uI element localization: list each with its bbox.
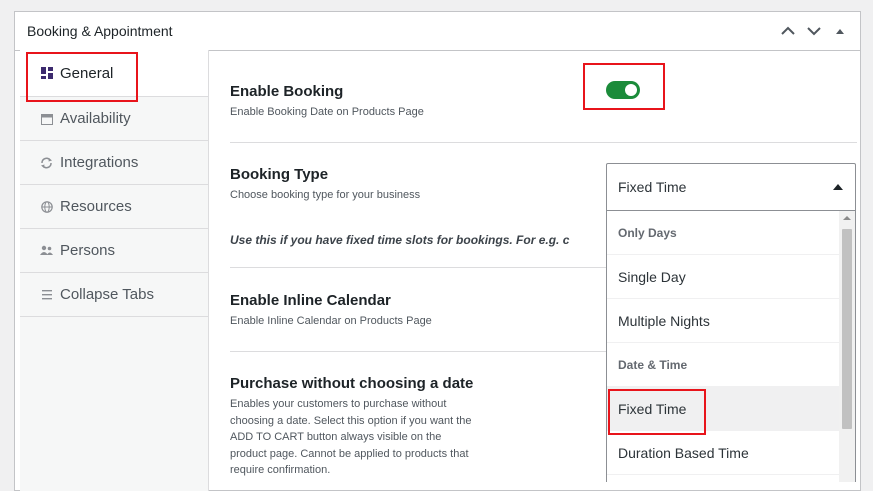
tab-label: Integrations (60, 154, 139, 171)
inline-calendar-desc: Enable Inline Calendar on Products Page (230, 315, 432, 327)
globe-icon (40, 200, 53, 213)
divider (230, 142, 857, 143)
calendar-icon (40, 112, 53, 125)
settings-sidebar: General Availability Integrations Resour… (20, 50, 209, 491)
option-fixed-time[interactable]: Fixed Time (607, 387, 855, 431)
enable-booking-desc: Enable Booking Date on Products Page (230, 106, 424, 118)
tab-label: Availability (60, 110, 131, 127)
move-down-button[interactable] (804, 21, 824, 41)
scroll-up-arrow-icon[interactable] (843, 216, 851, 220)
sync-icon (40, 156, 53, 169)
option-multiple-nights[interactable]: Multiple Nights (607, 299, 855, 343)
booking-type-title: Booking Type (230, 166, 329, 183)
collapse-panel-button[interactable] (830, 21, 850, 41)
option-group-only-days: Only Days (607, 211, 855, 255)
option-single-day[interactable]: Single Day (607, 255, 855, 299)
booking-type-note: Use this if you have fixed time slots fo… (230, 233, 570, 247)
move-up-button[interactable] (778, 21, 798, 41)
scrollbar-thumb[interactable] (842, 229, 852, 429)
toggle-knob (625, 84, 637, 96)
booking-type-desc: Choose booking type for your business (230, 189, 421, 201)
option-group-date-time: Date & Time (607, 343, 855, 387)
panel-title: Booking & Appointment (27, 23, 173, 39)
tab-availability[interactable]: Availability (20, 97, 208, 141)
booking-type-select[interactable]: Fixed Time (606, 163, 856, 211)
chevron-up-icon (781, 26, 795, 35)
dropdown-scrollbar[interactable] (839, 211, 855, 482)
triangle-up-icon (836, 29, 844, 34)
enable-booking-toggle[interactable] (606, 81, 640, 99)
tab-general[interactable]: General (20, 50, 208, 97)
chevron-down-icon (807, 27, 821, 36)
tab-label: General (60, 64, 114, 82)
tab-resources[interactable]: Resources (20, 185, 208, 229)
booking-type-dropdown: Only Days Single Day Multiple Nights Dat… (606, 211, 856, 482)
booking-type-selected: Fixed Time (618, 179, 687, 195)
menu-icon (40, 288, 53, 301)
tab-collapse[interactable]: Collapse Tabs (20, 273, 208, 317)
divider (230, 351, 606, 352)
caret-up-icon (833, 184, 843, 190)
enable-booking-title: Enable Booking (230, 83, 344, 100)
panel-header-controls (778, 12, 850, 50)
purchase-without-date-title: Purchase without choosing a date (230, 375, 474, 392)
purchase-without-date-desc: Enables your customers to purchase witho… (230, 398, 472, 476)
inline-calendar-title: Enable Inline Calendar (230, 292, 391, 309)
tab-label: Resources (60, 198, 132, 215)
panel-header: Booking & Appointment (15, 12, 860, 51)
tab-integrations[interactable]: Integrations (20, 141, 208, 185)
people-icon (40, 244, 53, 257)
tab-label: Persons (60, 242, 116, 259)
dashboard-icon (40, 67, 53, 80)
divider (230, 267, 606, 268)
tab-persons[interactable]: Persons (20, 229, 208, 273)
option-duration-based-time[interactable]: Duration Based Time (607, 431, 855, 475)
tab-label: Collapse Tabs (60, 286, 154, 303)
